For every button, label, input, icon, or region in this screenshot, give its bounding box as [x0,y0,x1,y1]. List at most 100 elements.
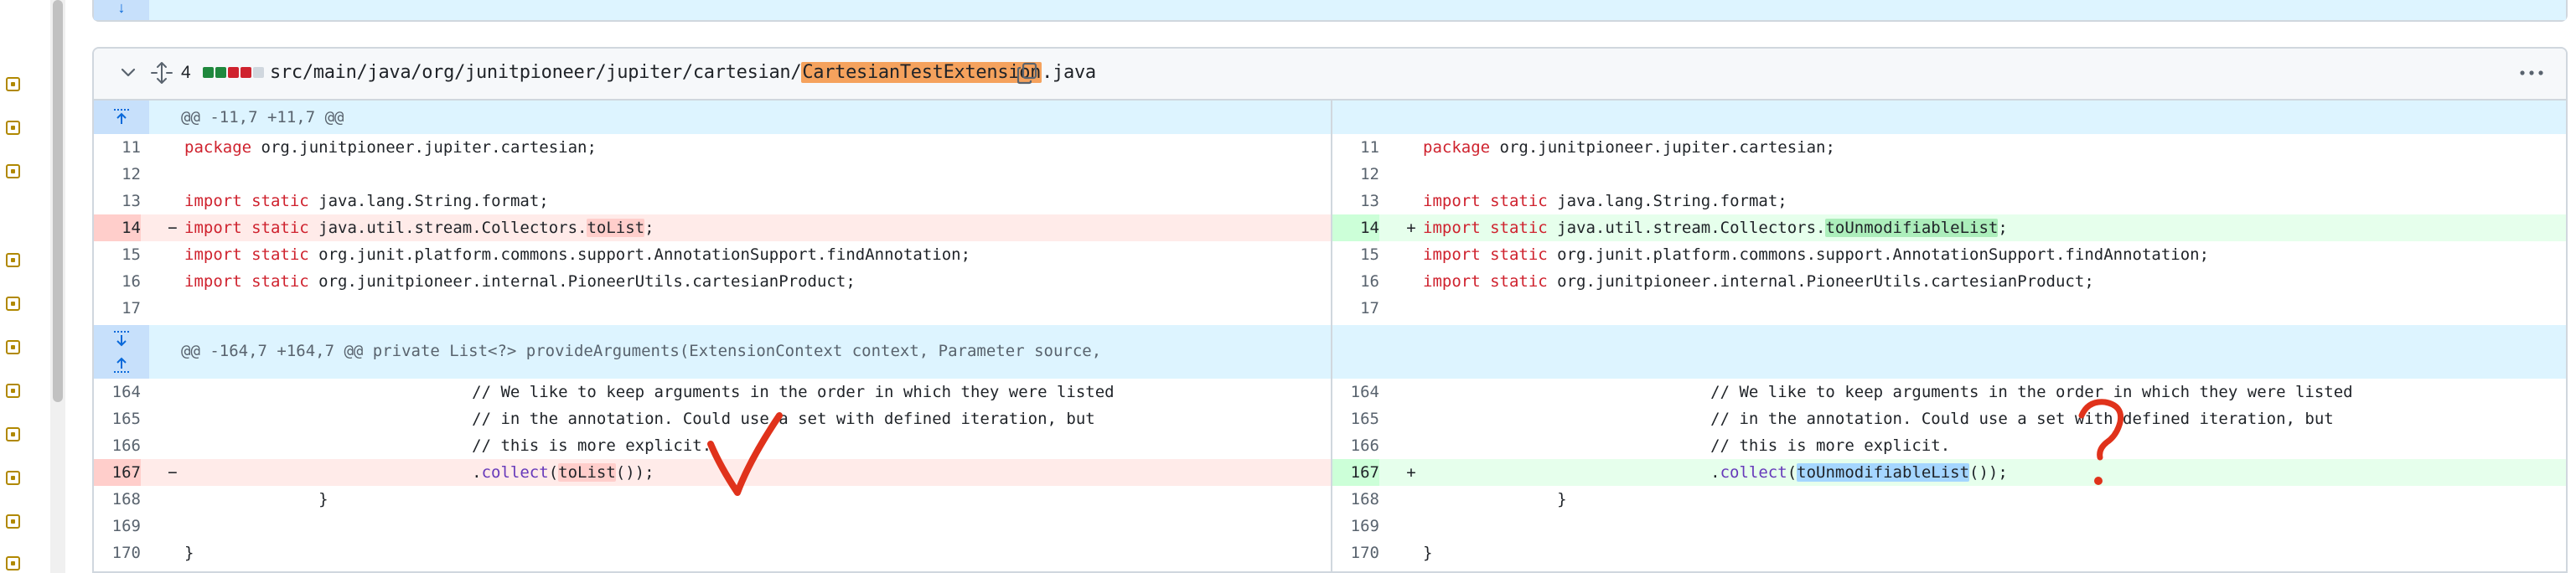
line-number[interactable]: 166 [1332,432,1379,459]
hunk-band [149,0,2566,20]
breakpoint-icon[interactable] [6,121,20,135]
code-token: ()); [615,463,654,482]
code-token: // in the annotation. Could use a set wi… [184,410,1095,428]
line-number[interactable]: 168 [1332,486,1379,513]
code-text[interactable]: } [184,539,194,566]
editor-gutter [0,0,47,573]
code-text[interactable]: import static java.lang.String.format; [1423,188,1787,214]
code-text[interactable]: // in the annotation. Could use a set wi… [184,405,1095,432]
line-number[interactable]: 12 [1332,161,1379,188]
code-text[interactable]: // We like to keep arguments in the orde… [184,379,1115,405]
breakpoint-icon[interactable] [6,514,20,529]
code-token: } [184,490,328,508]
line-number[interactable]: 169 [94,513,141,539]
line-number[interactable]: 14 [94,214,141,241]
copy-icon[interactable] [1016,60,1039,85]
line-number[interactable]: 169 [1332,513,1379,539]
right-line: 164 // We like to keep arguments in the … [1332,379,2566,405]
line-number[interactable]: 165 [1332,405,1379,432]
diffstat-square [215,67,226,78]
line-number[interactable]: 11 [94,134,141,161]
file-path-prefix: src/main/java/org/junitpioneer/jupiter/c… [270,62,802,83]
code-text[interactable]: import static java.lang.String.format; [184,188,549,214]
line-number[interactable]: 17 [1332,295,1379,322]
right-line: 166 // this is more explicit. [1332,432,2566,459]
line-number[interactable]: 168 [94,486,141,513]
code-token: toList [558,463,616,482]
line-number[interactable]: 165 [94,405,141,432]
breakpoint-icon[interactable] [6,384,20,398]
code-text[interactable]: // We like to keep arguments in the orde… [1423,379,2352,405]
code-text[interactable]: import static org.junitpioneer.internal.… [1423,268,2094,295]
file-path-highlight: CartesianTestExtension [801,62,1042,83]
checkmark-annotation [707,412,783,496]
code-token: org.junit.platform.commons.support.Annot… [1557,245,2210,264]
file-path[interactable]: src/main/java/org/junitpioneer/jupiter/c… [270,62,1096,83]
kebab-menu-icon[interactable] [2519,67,2544,79]
line-number[interactable]: 170 [94,539,141,566]
expand-down-icon[interactable]: ↓ [94,0,149,20]
code-token: ( [548,463,559,482]
line-number[interactable]: 167 [94,459,141,486]
code-text[interactable]: // this is more explicit. [1423,432,1950,459]
code-text[interactable]: import static java.util.stream.Collector… [184,214,654,241]
line-number[interactable]: 167 [1332,459,1379,486]
left-line: 164 // We like to keep arguments in the … [94,379,1331,405]
code-token: . [1423,463,1720,482]
code-text[interactable]: package org.junitpioneer.jupiter.cartesi… [184,134,597,161]
line-number[interactable]: 164 [94,379,141,405]
code-text[interactable]: import static java.util.stream.Collector… [1423,214,2008,241]
code-text[interactable]: } [1423,486,1566,513]
expand-up-button[interactable] [94,101,149,134]
question-mark-annotation [2078,399,2124,485]
right-line: 12 [1332,161,2566,188]
line-number[interactable]: 166 [94,432,141,459]
line-number[interactable]: 164 [1332,379,1379,405]
code-text[interactable]: } [184,486,328,513]
left-line: 12 [94,161,1331,188]
breakpoint-icon[interactable] [6,297,20,311]
code-text[interactable]: } [1423,539,1432,566]
line-number[interactable]: 13 [94,188,141,214]
code-text[interactable]: .collect(toUnmodifiableList()); [1423,459,2008,486]
breakpoint-icon[interactable] [6,253,20,267]
left-line: 17 [94,295,1331,322]
code-token: ; [644,219,654,237]
chevron-down-icon[interactable] [119,64,137,82]
code-text[interactable]: import static org.junit.platform.commons… [1423,241,2209,268]
code-text[interactable]: import static org.junit.platform.commons… [184,241,970,268]
breakpoint-icon[interactable] [6,164,20,178]
breakpoint-icon[interactable] [6,340,20,354]
breakpoint-icon[interactable] [6,556,20,570]
breakpoint-icon[interactable] [6,471,20,485]
code-token: import static [184,219,309,237]
code-text[interactable]: // this is more explicit. [184,432,711,459]
code-token: org.junit.platform.commons.support.Annot… [318,245,971,264]
code-token: import static [184,272,309,291]
diffstat-square [241,67,251,78]
breakpoint-icon[interactable] [6,427,20,441]
code-text[interactable]: package org.junitpioneer.jupiter.cartesi… [1423,134,1835,161]
line-number[interactable]: 16 [94,268,141,295]
line-number[interactable]: 15 [1332,241,1379,268]
code-text[interactable]: .collect(toList()); [184,459,654,486]
breakpoint-icon[interactable] [6,77,20,91]
line-number[interactable]: 15 [94,241,141,268]
code-text[interactable]: // in the annotation. Could use a set wi… [1423,405,2334,432]
scrollbar-thumb[interactable] [53,0,63,402]
code-token: java.util.stream.Collectors. [318,219,587,237]
expand-all-icon[interactable] [149,60,174,85]
line-number[interactable]: 17 [94,295,141,322]
expand-both-button[interactable] [94,325,149,379]
line-number[interactable]: 170 [1332,539,1379,566]
hunk-2-lines: 164 // We like to keep arguments in the … [94,379,2566,571]
right-line: 14 + import static java.util.stream.Collec… [1332,214,2566,241]
code-text[interactable]: import static org.junitpioneer.internal.… [184,268,856,295]
line-number[interactable]: 11 [1332,134,1379,161]
line-number[interactable]: 12 [94,161,141,188]
code-token: import static [1423,219,1548,237]
code-token: // We like to keep arguments in the orde… [184,383,1115,401]
line-number[interactable]: 16 [1332,268,1379,295]
line-number[interactable]: 14 [1332,214,1379,241]
line-number[interactable]: 13 [1332,188,1379,214]
